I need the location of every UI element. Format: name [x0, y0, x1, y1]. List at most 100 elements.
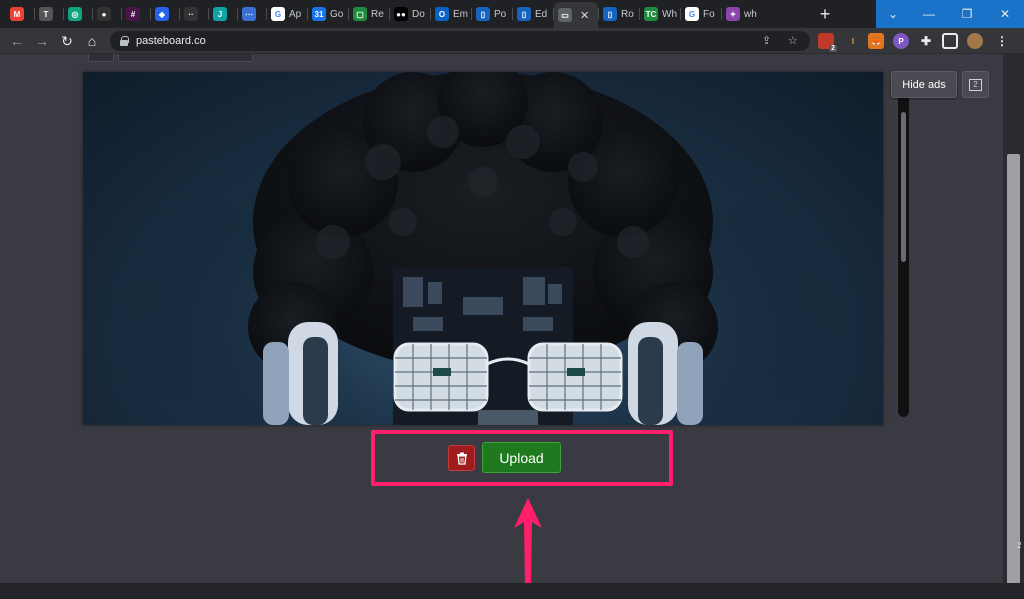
browser-tab[interactable]: #: [122, 3, 150, 25]
github-icon: ●: [97, 7, 111, 21]
status-bar: [0, 583, 1024, 599]
browser-tab[interactable]: ▭ ✕: [554, 2, 598, 28]
more-icon: ⋯: [242, 7, 256, 21]
image-scrollbar-thumb[interactable]: [901, 112, 906, 262]
page-viewport: Hide ads 2 Upload: [0, 54, 1003, 583]
browser-tab[interactable]: ✦ wh: [722, 3, 762, 25]
bookmark-star-icon[interactable]: ☆: [788, 34, 798, 47]
browser-tab[interactable]: ▢ Re: [349, 3, 389, 25]
upload-button[interactable]: Upload: [482, 442, 561, 473]
dots-icon: ··: [184, 7, 198, 21]
hide-ads-button[interactable]: Hide ads: [891, 71, 957, 98]
ad-counter-badge: 2: [969, 78, 982, 91]
trello-icon: ▯: [517, 7, 531, 21]
browser-tab[interactable]: ●: [93, 3, 121, 25]
chevron-down-icon: ⌄: [887, 7, 899, 21]
tab-label: Do: [412, 8, 425, 20]
browser-tab[interactable]: ▯ Ro: [599, 3, 639, 25]
browser-tab[interactable]: ◎: [64, 3, 92, 25]
close-icon: ✕: [999, 7, 1011, 21]
home-icon: ⌂: [87, 33, 97, 49]
cursor-extension-icon[interactable]: I: [845, 33, 861, 49]
ad-counter-button[interactable]: 2: [962, 71, 989, 98]
side-panel-icon[interactable]: [942, 33, 958, 49]
delete-button[interactable]: [448, 445, 475, 471]
google-icon: G: [685, 7, 699, 21]
tab-label: Wh: [662, 8, 677, 20]
tab-label: Re: [371, 8, 384, 20]
url-text: pasteboard.co: [136, 35, 206, 47]
tab-label: wh: [744, 8, 757, 20]
page-scrollbar[interactable]: 2: [1003, 54, 1024, 594]
browser-tab[interactable]: ··: [180, 3, 208, 25]
browser-tab[interactable]: ▯ Ed: [513, 3, 553, 25]
extension-badge: 2: [829, 45, 837, 52]
share-icon[interactable]: ⇪: [762, 34, 771, 47]
scroll-marker: 2: [1017, 541, 1022, 550]
browser-tab[interactable]: 31 Go: [308, 3, 348, 25]
home-button[interactable]: ⌂: [83, 32, 101, 50]
toolbar-fragment[interactable]: [88, 54, 114, 62]
browser-tab[interactable]: O Em: [431, 3, 471, 25]
toolbar-fragment[interactable]: [118, 54, 253, 62]
minimize-icon: —: [923, 7, 935, 21]
restore-button[interactable]: ❐: [948, 0, 986, 28]
minimize-button[interactable]: —: [910, 0, 948, 28]
new-tab-button[interactable]: +: [814, 3, 836, 25]
browser-tab[interactable]: ◆: [151, 3, 179, 25]
trello-icon: ▯: [603, 7, 617, 21]
p-extension-icon[interactable]: P: [893, 33, 909, 49]
plus-icon: +: [819, 3, 831, 24]
gmail-icon: M: [10, 7, 24, 21]
tab-label: Po: [494, 8, 507, 20]
forward-button[interactable]: →: [33, 32, 51, 50]
j-icon: J: [213, 7, 227, 21]
avatar[interactable]: [967, 33, 983, 49]
address-bar[interactable]: pasteboard.co ⇪ ☆: [110, 31, 810, 51]
kebab-menu-icon[interactable]: ⋮: [994, 33, 1010, 49]
browser-tab[interactable]: G Ap: [267, 3, 307, 25]
browser-toolbar: ← → ↻ ⌂ pasteboard.co ⇪ ☆ 2 I 🦊 P ✚ ⋮: [0, 28, 1024, 54]
browser-tab[interactable]: TC Wh: [640, 3, 680, 25]
browser-tab[interactable]: J: [209, 3, 237, 25]
arrow-right-icon: →: [35, 33, 49, 49]
tab-strip: M T ◎ ● # ◆ ·· J ⋯ G Ap 31 Go ▢ Re ●● Do O Em ▯ Po ▯ Ed ▭ ✕ ▯ Ro TC…: [0, 0, 1024, 28]
tab-label: Go: [330, 8, 344, 20]
tab-close-icon[interactable]: ✕: [580, 9, 589, 22]
outlook-icon: O: [435, 7, 449, 21]
tab-icon: T: [39, 7, 53, 21]
chatgpt-icon: ◎: [68, 7, 82, 21]
extensions-puzzle-icon[interactable]: ✚: [918, 33, 934, 49]
reload-button[interactable]: ↻: [58, 32, 76, 50]
browser-tab[interactable]: ●● Do: [390, 3, 430, 25]
diamond-icon: ◆: [155, 7, 169, 21]
ublock-extension-icon[interactable]: 2: [818, 33, 837, 52]
back-button[interactable]: ←: [8, 32, 26, 50]
page-icon: ▢: [353, 7, 367, 21]
close-window-button[interactable]: ✕: [986, 0, 1024, 28]
slack-icon: #: [126, 7, 140, 21]
ai-icon: ✦: [726, 7, 740, 21]
tab-label: Fo: [703, 8, 715, 20]
calendar-icon: 31: [312, 7, 326, 21]
top-toolbar-fragments: [88, 54, 253, 62]
google-icon: G: [271, 7, 285, 21]
tab-label: Ed: [535, 8, 548, 20]
metamask-extension-icon[interactable]: 🦊: [868, 33, 884, 49]
browser-tab[interactable]: G Fo: [681, 3, 721, 25]
page-scrollbar-thumb[interactable]: [1007, 154, 1020, 594]
tab-search-button[interactable]: ⌄: [876, 0, 910, 28]
pointer-arrow-icon: [514, 498, 542, 583]
browser-tab[interactable]: T: [35, 3, 63, 25]
browser-tab[interactable]: M: [6, 3, 34, 25]
tab-label: Em: [453, 8, 468, 20]
uploaded-image-preview: [83, 72, 883, 425]
trello-icon: ▯: [476, 7, 490, 21]
image-scrollbar[interactable]: [898, 72, 909, 417]
monitor-icon: ▭: [558, 8, 572, 22]
browser-tab[interactable]: ▯ Po: [472, 3, 512, 25]
browser-tab[interactable]: ⋯: [238, 3, 266, 25]
trash-icon: [456, 452, 467, 465]
reload-icon: ↻: [61, 32, 73, 49]
tab-label: Ap: [289, 8, 302, 20]
